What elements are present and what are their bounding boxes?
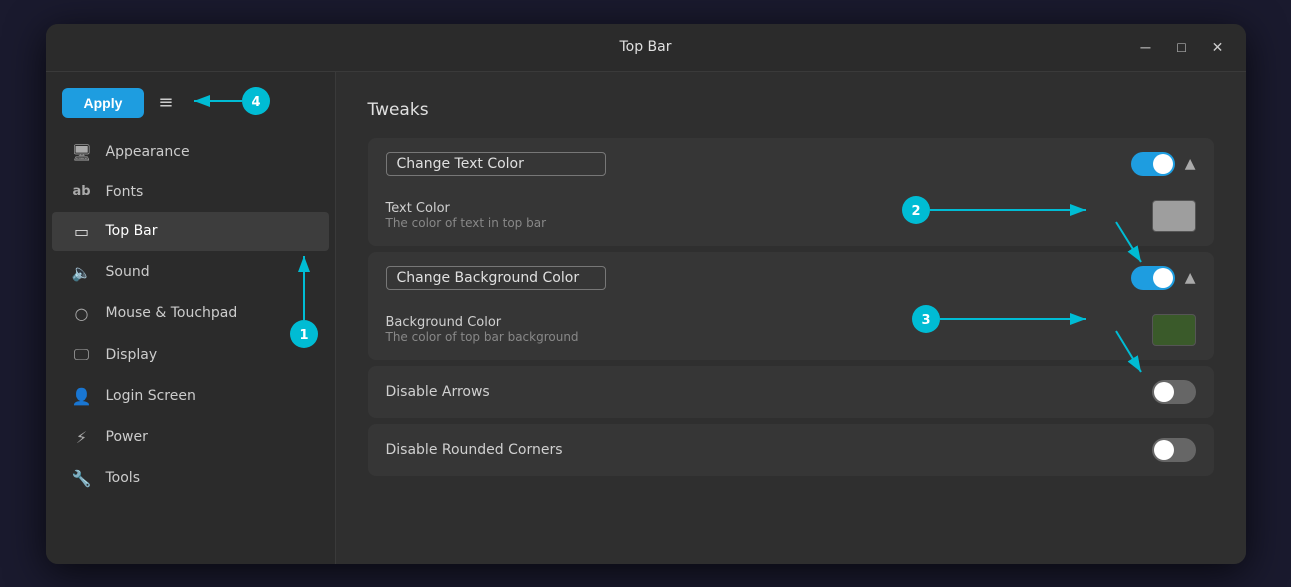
disable-arrows-knob (1154, 382, 1174, 402)
sidebar-label-display: Display (106, 347, 158, 363)
change-text-color-label: Change Text Color (386, 152, 606, 176)
sidebar-item-appearance[interactable]: 🖥 Appearance (52, 133, 329, 172)
change-bg-color-row: Change Background Color ▲ Background Col… (368, 252, 1214, 360)
sidebar-label-login: Login Screen (106, 388, 196, 404)
text-color-controls: ▲ (1131, 152, 1196, 176)
login-icon: 👤 (72, 387, 92, 406)
close-button[interactable]: ✕ (1202, 33, 1234, 61)
text-color-sub-label: Text Color The color of text in top bar (386, 201, 1142, 230)
bg-color-toggle[interactable] (1131, 266, 1175, 290)
disable-rounded-knob (1154, 440, 1174, 460)
appearance-icon: 🖥 (72, 143, 92, 162)
sidebar-label-mouse: Mouse & Touchpad (106, 305, 238, 321)
text-color-chevron[interactable]: ▲ (1185, 156, 1196, 172)
maximize-button[interactable]: □ (1166, 33, 1198, 61)
window-controls: ─ □ ✕ (1130, 33, 1234, 61)
mouse-icon: ○ (72, 304, 92, 323)
bg-color-sub-row: Background Color The color of top bar ba… (368, 304, 1214, 360)
change-bg-color-label: Change Background Color (386, 266, 606, 290)
sidebar-label-topbar: Top Bar (106, 223, 158, 239)
bg-color-chevron[interactable]: ▲ (1185, 270, 1196, 286)
bg-color-sub-label: Background Color The color of top bar ba… (386, 315, 1142, 344)
power-icon: ⚡ (72, 428, 92, 447)
sound-icon: 🔈 (72, 263, 92, 282)
bg-color-controls: ▲ (1131, 266, 1196, 290)
sidebar-label-appearance: Appearance (106, 144, 190, 160)
display-icon: 🖵 (72, 345, 92, 365)
fonts-icon: ab (72, 184, 92, 199)
sidebar: Apply ≡ 🖥 Appearance ab Fonts ▭ Top Bar … (46, 72, 336, 564)
sidebar-top: Apply ≡ (46, 82, 335, 132)
bg-color-swatch[interactable] (1152, 314, 1196, 346)
sidebar-item-mouse[interactable]: ○ Mouse & Touchpad (52, 294, 329, 333)
text-color-toggle[interactable] (1131, 152, 1175, 176)
app-content: Apply ≡ 🖥 Appearance ab Fonts ▭ Top Bar … (46, 72, 1246, 564)
tools-icon: 🔧 (72, 469, 92, 488)
hamburger-icon[interactable]: ≡ (158, 92, 173, 113)
sidebar-label-power: Power (106, 429, 148, 445)
minimize-button[interactable]: ─ (1130, 33, 1162, 61)
sidebar-item-power[interactable]: ⚡ Power (52, 418, 329, 457)
apply-button[interactable]: Apply (62, 88, 145, 118)
bg-color-sub-desc: The color of top bar background (386, 330, 1142, 344)
change-bg-color-header: Change Background Color ▲ (368, 252, 1214, 304)
text-color-toggle-knob (1153, 154, 1173, 174)
bg-color-sub-title: Background Color (386, 315, 1142, 330)
text-color-sub-row: Text Color The color of text in top bar (368, 190, 1214, 246)
disable-arrows-label: Disable Arrows (386, 384, 1152, 400)
change-text-color-row: Change Text Color ▲ Text Color The color… (368, 138, 1214, 246)
sidebar-item-login[interactable]: 👤 Login Screen (52, 377, 329, 416)
text-color-sub-desc: The color of text in top bar (386, 216, 1142, 230)
sidebar-item-display[interactable]: 🖵 Display (52, 335, 329, 375)
sidebar-label-tools: Tools (106, 470, 141, 486)
text-color-swatch[interactable] (1152, 200, 1196, 232)
text-color-sub-title: Text Color (386, 201, 1142, 216)
disable-rounded-toggle[interactable] (1152, 438, 1196, 462)
sidebar-item-sound[interactable]: 🔈 Sound (52, 253, 329, 292)
disable-rounded-row: Disable Rounded Corners (368, 424, 1214, 476)
sidebar-item-tools[interactable]: 🔧 Tools (52, 459, 329, 498)
sidebar-item-fonts[interactable]: ab Fonts (52, 174, 329, 210)
disable-rounded-label: Disable Rounded Corners (386, 442, 1152, 458)
section-title: Tweaks (368, 100, 1214, 120)
sidebar-label-fonts: Fonts (106, 184, 144, 200)
sidebar-item-topbar[interactable]: ▭ Top Bar (52, 212, 329, 251)
topbar-icon: ▭ (72, 222, 92, 241)
main-content: Tweaks Change Text Color ▲ (336, 72, 1246, 564)
sidebar-label-sound: Sound (106, 264, 150, 280)
titlebar: Top Bar ─ □ ✕ (46, 24, 1246, 72)
disable-arrows-row: Disable Arrows (368, 366, 1214, 418)
disable-arrows-toggle[interactable] (1152, 380, 1196, 404)
bg-color-toggle-knob (1153, 268, 1173, 288)
window-title: Top Bar (619, 39, 671, 55)
change-text-color-header: Change Text Color ▲ (368, 138, 1214, 190)
